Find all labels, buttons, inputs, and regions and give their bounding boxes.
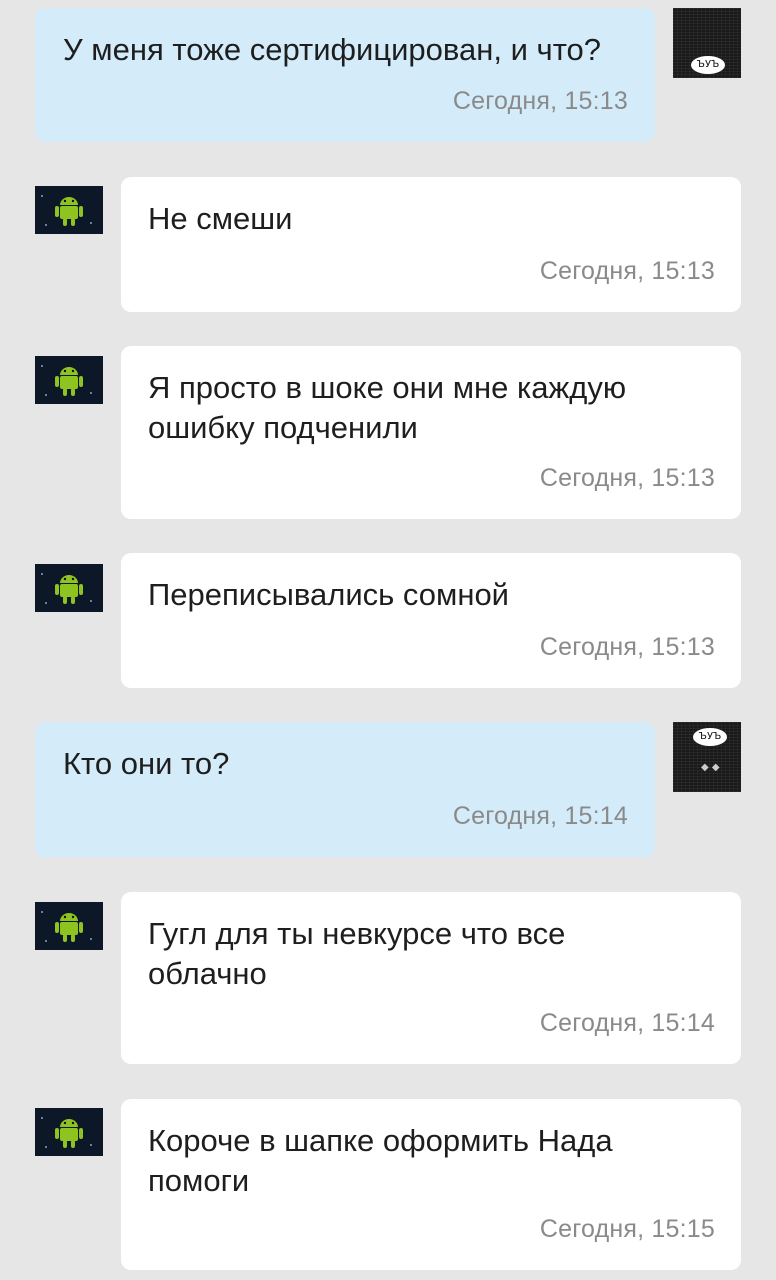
message-timestamp: Сегодня, 15:13 bbox=[539, 257, 715, 285]
message-timestamp: Сегодня, 15:15 bbox=[539, 1215, 715, 1243]
message-text: Короче в шапке оформить Нада помоги bbox=[148, 1123, 613, 1198]
message-text: У меня тоже сертифицирован, и что? bbox=[63, 32, 602, 67]
message-timestamp: Сегодня, 15:14 bbox=[539, 1009, 715, 1037]
message-text: Я просто в шоке они мне каждую ошибку по… bbox=[148, 370, 627, 445]
android-logo-icon bbox=[55, 575, 83, 604]
android-robot-icon[interactable] bbox=[35, 186, 103, 234]
incoming-message-bubble[interactable]: Переписывались сомной Сегодня, 15:13 bbox=[121, 553, 741, 688]
incoming-message-bubble[interactable]: Короче в шапке оформить Нада помоги Сего… bbox=[121, 1099, 741, 1270]
incoming-message-bubble[interactable]: Гугл для ты невкурсе что все облачно Сег… bbox=[121, 892, 741, 1064]
android-robot-icon[interactable] bbox=[35, 564, 103, 612]
message-timestamp: Сегодня, 15:13 bbox=[539, 464, 715, 492]
android-robot-icon[interactable] bbox=[35, 356, 103, 404]
message-text: Гугл для ты невкурсе что все облачно bbox=[148, 916, 566, 991]
message-timestamp: Сегодня, 15:13 bbox=[539, 633, 715, 661]
android-logo-icon bbox=[55, 367, 83, 396]
message-timestamp: Сегодня, 15:14 bbox=[452, 802, 628, 830]
incoming-message-bubble[interactable]: Не смеши Сегодня, 15:13 bbox=[121, 177, 741, 312]
incoming-message-bubble[interactable]: Я просто в шоке они мне каждую ошибку по… bbox=[121, 346, 741, 519]
android-logo-icon bbox=[55, 197, 83, 226]
message-text: Переписывались сомной bbox=[148, 577, 509, 612]
avatar-sign: ЪУЪ bbox=[691, 56, 725, 74]
user-avatar-icon[interactable]: ЪУЪ bbox=[673, 8, 741, 78]
android-logo-icon bbox=[55, 1119, 83, 1148]
message-text: Кто они то? bbox=[63, 746, 230, 781]
android-logo-icon bbox=[55, 913, 83, 942]
avatar-eyes: ◆ ◆ bbox=[701, 762, 720, 773]
message-text: Не смеши bbox=[148, 201, 293, 236]
android-robot-icon[interactable] bbox=[35, 902, 103, 950]
user-avatar-icon[interactable]: ЪУЪ ◆ ◆ bbox=[673, 722, 741, 792]
outgoing-message-bubble[interactable]: У меня тоже сертифицирован, и что? Сегод… bbox=[35, 8, 655, 142]
chat-message-list[interactable]: У меня тоже сертифицирован, и что? Сегод… bbox=[0, 0, 776, 1280]
avatar-sign: ЪУЪ bbox=[693, 728, 727, 746]
message-timestamp: Сегодня, 15:13 bbox=[452, 87, 628, 115]
android-robot-icon[interactable] bbox=[35, 1108, 103, 1156]
outgoing-message-bubble[interactable]: Кто они то? Сегодня, 15:14 bbox=[35, 722, 655, 857]
